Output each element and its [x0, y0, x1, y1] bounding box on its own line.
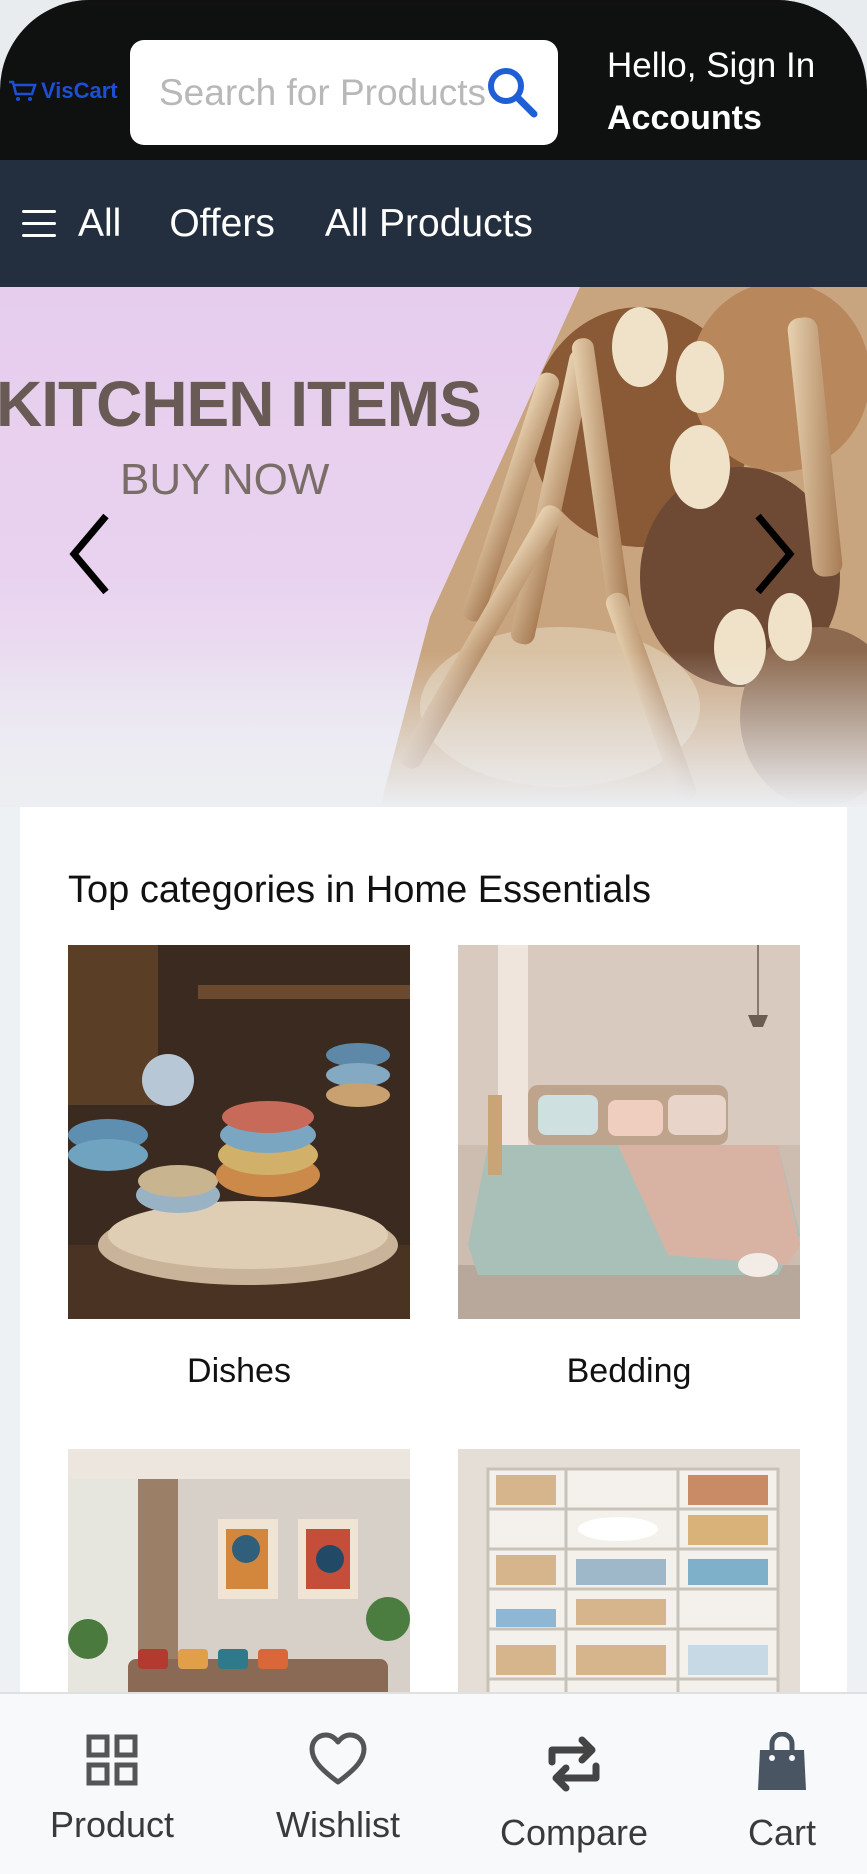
cart-logo-icon [9, 80, 37, 101]
bedding-image [458, 945, 800, 1319]
category-label: Bedding [566, 1352, 692, 1390]
category-nav: All Offers All Products [0, 160, 867, 287]
heart-icon [309, 1732, 367, 1785]
category-label: Dishes [187, 1352, 291, 1390]
wooden-utensils-image [0, 287, 867, 807]
buy-now-button[interactable]: BUY NOW [120, 455, 329, 505]
accounts-link[interactable]: Accounts [607, 96, 815, 140]
logo-text: VisCart [41, 78, 118, 103]
account-menu[interactable]: Hello, Sign In Accounts [607, 44, 815, 140]
logo[interactable]: VisCart [8, 78, 118, 104]
nav-offers[interactable]: Offers [169, 202, 274, 246]
category-tile-bedding[interactable]: Bedding [458, 945, 800, 1391]
tab-compare[interactable]: Compare [474, 1730, 674, 1854]
bottom-tab-bar: Product Wishlist Compare Cart [0, 1692, 867, 1874]
grid-icon [86, 1734, 138, 1786]
compare-icon [548, 1736, 600, 1792]
search-input[interactable] [159, 71, 509, 114]
nav-all-products[interactable]: All Products [325, 202, 533, 246]
chevron-right-icon[interactable] [752, 512, 796, 596]
nav-all[interactable]: All [78, 202, 121, 246]
section-title: Top categories in Home Essentials [68, 869, 651, 911]
shopping-bag-icon [758, 1732, 806, 1790]
tab-label: Cart [747, 1812, 816, 1853]
hamburger-menu-icon[interactable] [22, 209, 56, 238]
tab-product[interactable]: Product [12, 1722, 212, 1846]
tab-label: Product [49, 1804, 175, 1845]
category-tile-dishes[interactable]: Dishes [68, 945, 410, 1391]
app-screen: VisCart Hello, Sign In Accounts All Offe… [0, 0, 867, 1874]
tab-cart[interactable]: Cart [682, 1730, 867, 1854]
greeting-text: Hello, Sign In [607, 46, 816, 85]
search-icon[interactable] [484, 64, 540, 120]
dishes-image [68, 945, 410, 1319]
header-bar: VisCart Hello, Sign In Accounts [0, 0, 867, 160]
tab-label: Wishlist [276, 1804, 400, 1845]
tab-label: Compare [499, 1812, 649, 1853]
chevron-left-icon[interactable] [68, 512, 112, 596]
hero-banner[interactable]: KITCHEN ITEMS BUY NOW [0, 287, 867, 807]
hero-title: KITCHEN ITEMS [0, 368, 482, 440]
tab-wishlist[interactable]: Wishlist [238, 1722, 438, 1846]
search-bar[interactable] [130, 40, 558, 145]
